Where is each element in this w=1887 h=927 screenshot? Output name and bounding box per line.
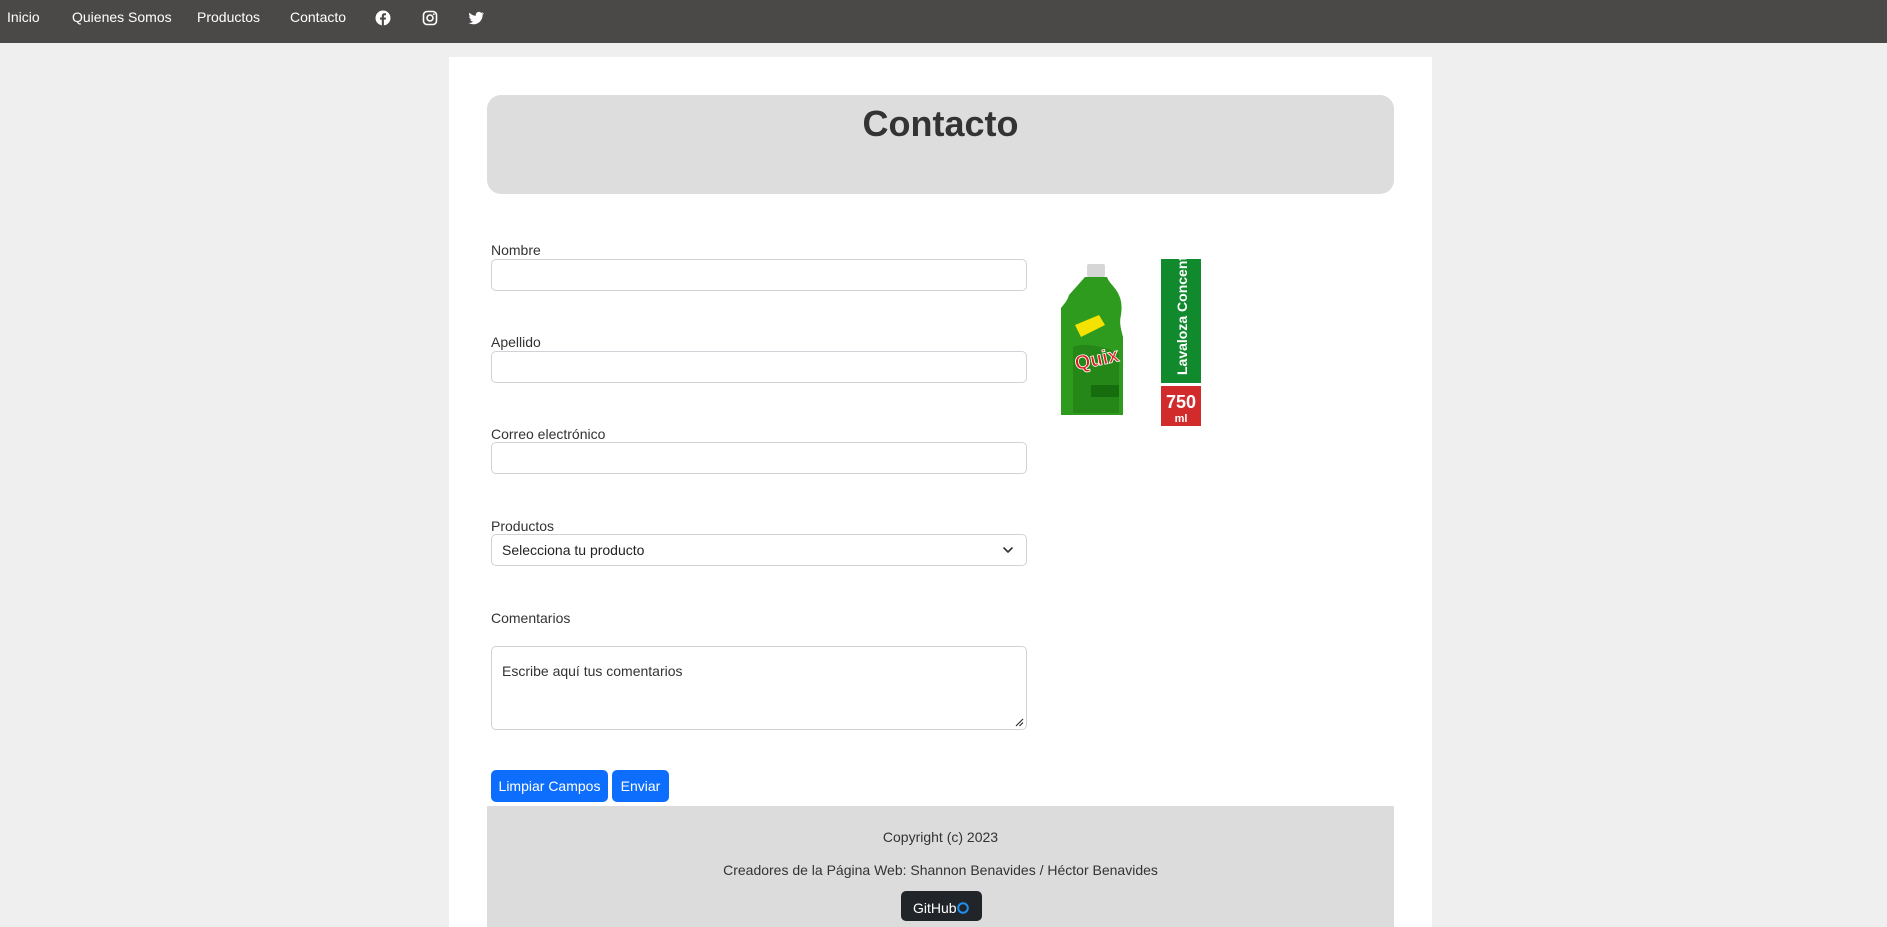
comentarios-placeholder: Escribe aquí tus comentarios bbox=[502, 663, 683, 679]
submit-button[interactable]: Enviar bbox=[612, 770, 669, 802]
productos-select[interactable]: Selecciona tu producto bbox=[491, 534, 1027, 566]
facebook-icon[interactable] bbox=[375, 10, 391, 26]
resize-handle-icon[interactable] bbox=[1014, 717, 1024, 727]
apellido-label: Apellido bbox=[491, 334, 541, 350]
nav-link-productos[interactable]: Productos bbox=[197, 9, 260, 25]
instagram-icon[interactable] bbox=[422, 10, 438, 26]
top-navbar: Inicio Quienes Somos Productos Contacto bbox=[0, 0, 1887, 43]
comentarios-textarea[interactable]: Escribe aquí tus comentarios bbox=[491, 646, 1027, 730]
correo-input[interactable] bbox=[491, 442, 1027, 474]
comentarios-label: Comentarios bbox=[491, 610, 571, 626]
nav-link-quienes-somos[interactable]: Quienes Somos bbox=[72, 9, 172, 25]
nombre-input[interactable] bbox=[491, 259, 1027, 291]
footer-copyright: Copyright (c) 2023 bbox=[882, 829, 999, 845]
twitter-icon[interactable] bbox=[468, 10, 484, 26]
footer: Copyright (c) 2023 Creadores de la Págin… bbox=[487, 806, 1394, 927]
bottle-cap bbox=[1087, 264, 1105, 277]
chevron-down-icon bbox=[1003, 547, 1013, 553]
correo-label: Correo electrónico bbox=[491, 426, 606, 442]
productos-label: Productos bbox=[491, 518, 555, 534]
footer-creators: Creadores de la Página Web: Shannon Bena… bbox=[723, 862, 1158, 878]
productos-selected-value: Selecciona tu producto bbox=[502, 542, 645, 558]
clear-fields-button[interactable]: Limpiar Campos bbox=[491, 770, 608, 802]
main-container: Contacto Nombre Apellido Correo electrón… bbox=[449, 57, 1432, 927]
nav-link-contacto[interactable]: Contacto bbox=[290, 9, 346, 25]
volume-unit: ml bbox=[1175, 413, 1188, 425]
nav-link-inicio[interactable]: Inicio bbox=[7, 9, 40, 25]
page-header-box: Contacto bbox=[487, 95, 1394, 194]
github-button[interactable]: GitHub bbox=[901, 891, 982, 921]
github-icon bbox=[957, 902, 969, 914]
side-banner-text: Lavaloza Concentrado bbox=[1174, 257, 1190, 375]
page-title: Contacto bbox=[862, 103, 1019, 144]
apellido-input[interactable] bbox=[491, 351, 1027, 383]
volume-number: 750 bbox=[1166, 392, 1196, 412]
product-image-quix: Quix Lavaloza Concentrado 750 ml bbox=[1061, 257, 1201, 426]
github-label: GitHub bbox=[913, 900, 957, 916]
nombre-label: Nombre bbox=[491, 242, 541, 258]
